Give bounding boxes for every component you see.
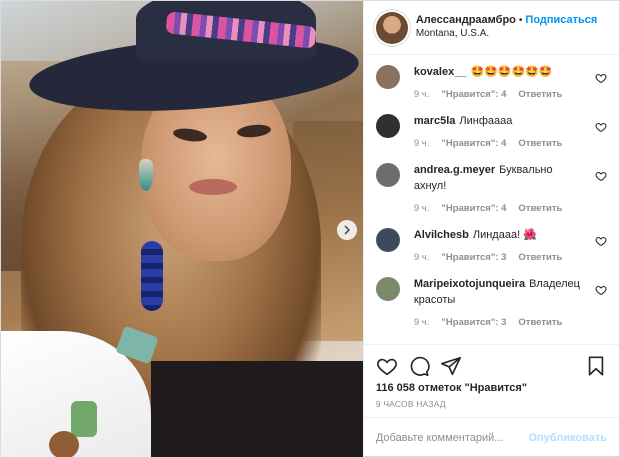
photo-earring [139,159,153,191]
comment-likes[interactable]: "Нравится": 4 [441,89,506,100]
commenter-avatar[interactable] [375,113,400,138]
post-photo[interactable] [1,1,363,457]
comment-likes[interactable]: "Нравится": 3 [441,252,506,263]
author-username[interactable]: Алессандраамбро [416,14,516,28]
commenter-username[interactable]: Alvilchesb [414,229,469,241]
likes-count[interactable]: 116 058 отметок "Нравится" [364,380,619,394]
share-icon[interactable] [440,355,462,377]
comment-likes[interactable]: "Нравится": 3 [441,317,506,328]
commenter-username[interactable]: Maripeixotojunqueira [414,278,525,290]
commenter-avatar[interactable] [375,65,400,89]
commenter-username[interactable]: andrea.g.meyer [414,164,495,176]
post-location[interactable]: Montana, U.S.A. [416,28,598,41]
post-actions-bar [363,344,619,380]
instagram-post: Алессандраамбро • Подписаться Montana, U… [0,0,620,457]
comment-input[interactable] [375,432,529,444]
comment-item: kovalex__ 🤩🤩🤩🤩🤩🤩 9 ч. "Нравится": 4 Ответ… [375,65,607,100]
posted-time[interactable]: 9 ЧАСОВ НАЗАД [364,394,619,417]
comment-like-heart-icon[interactable] [595,235,607,247]
comment-item: Maripeixotojunqueira Владелец красоты 9 ч… [375,276,607,328]
author-line: Алессандраамбро • Подписаться [416,14,598,28]
comments-list[interactable]: kovalex__ 🤩🤩🤩🤩🤩🤩 9 ч. "Нравится": 4 Ответ… [364,55,619,344]
comment-time[interactable]: 9 ч. [414,203,430,214]
comment-like-heart-icon[interactable] [595,121,607,133]
reply-button[interactable]: Ответить [518,317,562,328]
comment-text: Линдааа! 🌺 [472,228,537,241]
photo-stone [71,401,97,437]
comment-item: marc5la Линфаааа 9 ч. "Нравится": 4 Ответ… [375,113,607,149]
comment-likes[interactable]: "Нравится": 4 [441,203,506,214]
photo-stone-brown [49,431,79,457]
chevron-right-icon [344,225,351,235]
commenter-avatar[interactable] [375,227,400,252]
comment-text: 🤩🤩🤩🤩🤩🤩 [470,66,553,78]
commenter-username[interactable]: kovalex__ [414,66,467,78]
follow-button[interactable]: Подписаться [525,14,597,28]
comment-item: Alvilchesb Линдааа! 🌺 9 ч. "Нравится": 3 … [375,227,607,263]
comment-time[interactable]: 9 ч. [414,317,430,328]
add-comment-bar: Опубликовать [363,417,619,457]
reply-button[interactable]: Ответить [518,252,562,263]
comment-icon[interactable] [408,355,430,377]
author-info: Алессандраамбро • Подписаться Montana, U… [416,14,598,40]
photo-sweater [151,361,363,457]
comment-like-heart-icon[interactable] [595,284,607,296]
post-side-panel: Алессандраамбро • Подписаться Montana, U… [362,1,619,457]
comment-item: andrea.g.meyer Буквально ахнул! 9 ч. "Нра… [375,162,607,214]
bookmark-icon[interactable] [585,355,607,377]
comment-time[interactable]: 9 ч. [414,138,430,149]
commenter-username[interactable]: marc5la [414,115,456,127]
separator-dot: • [518,15,523,26]
photo-beads [141,241,163,311]
comment-likes[interactable]: "Нравится": 4 [441,138,506,149]
next-photo-button[interactable] [337,220,357,240]
photo-lips [189,179,237,195]
author-avatar[interactable] [375,11,408,44]
comment-text: Линфаааа [459,114,513,127]
comment-time[interactable]: 9 ч. [414,89,430,100]
reply-button[interactable]: Ответить [518,89,562,100]
reply-button[interactable]: Ответить [518,138,562,149]
heart-icon[interactable] [376,355,398,377]
commenter-avatar[interactable] [375,162,400,187]
post-header: Алессандраамбро • Подписаться Montana, U… [363,1,619,55]
comment-time[interactable]: 9 ч. [414,252,430,263]
publish-button[interactable]: Опубликовать [528,432,607,444]
reply-button[interactable]: Ответить [518,203,562,214]
comment-like-heart-icon[interactable] [595,170,607,182]
comment-like-heart-icon[interactable] [595,72,607,84]
commenter-avatar[interactable] [375,276,400,301]
